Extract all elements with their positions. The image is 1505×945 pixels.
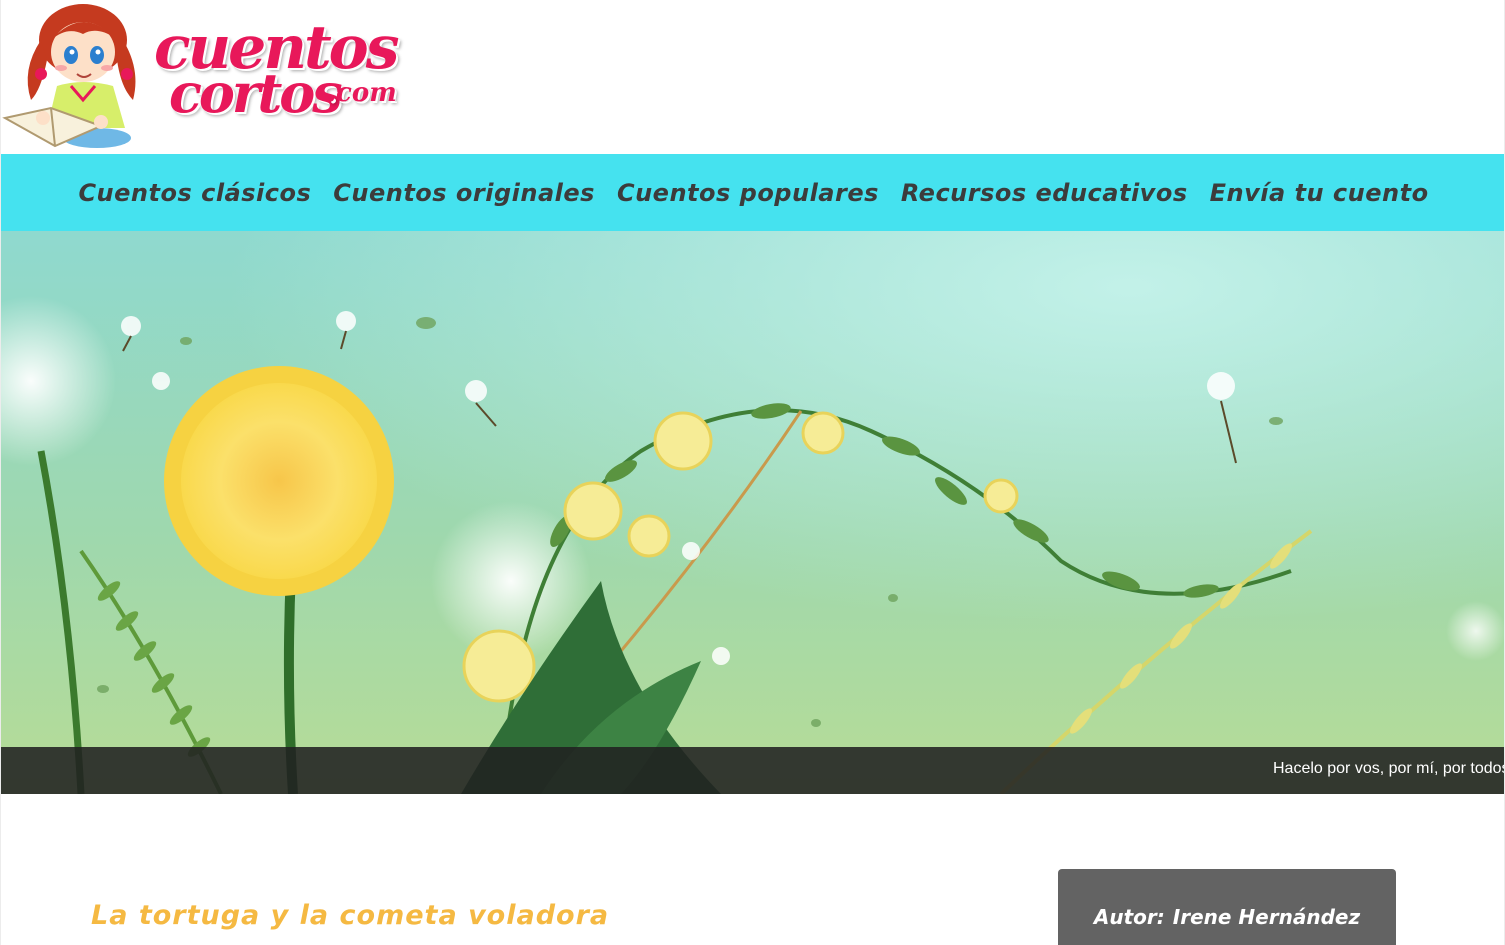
page: cuentos cortos .com Cuentos clásicos Cue… [0,0,1505,945]
story-title: La tortuga y la cometa voladora [91,900,610,931]
site-logo[interactable]: cuentos cortos .com [1,0,421,154]
nav-item-recursos-educativos[interactable]: Recursos educativos [901,179,1188,207]
dandelion-illustration [1,231,1504,794]
author-label: Autor: Irene Hernández [1058,905,1396,929]
girl-reading-icon [2,4,136,148]
hero-banner [1,231,1504,794]
main-nav: Cuentos clásicos Cuentos originales Cuen… [1,154,1504,231]
site-header: cuentos cortos .com [1,0,1504,154]
nav-item-cuentos-clasicos[interactable]: Cuentos clásicos [78,179,311,207]
author-box: Autor: Irene Hernández [1058,869,1396,945]
logo-text-cortos: cortos [169,61,343,125]
ticker-text[interactable]: Hacelo por vos, por mí, por todos [1273,760,1504,778]
nav-item-cuentos-originales[interactable]: Cuentos originales [333,179,595,207]
nav-item-envia-tu-cuento[interactable]: Envía tu cuento [1210,179,1429,207]
author-name[interactable]: Irene Hernández [1173,905,1360,929]
news-ticker: Hacelo por vos, por mí, por todos [1,747,1504,794]
nav-item-cuentos-populares[interactable]: Cuentos populares [617,179,879,207]
author-prefix: Autor: [1093,905,1165,929]
logo-text-com: .com [327,78,397,108]
